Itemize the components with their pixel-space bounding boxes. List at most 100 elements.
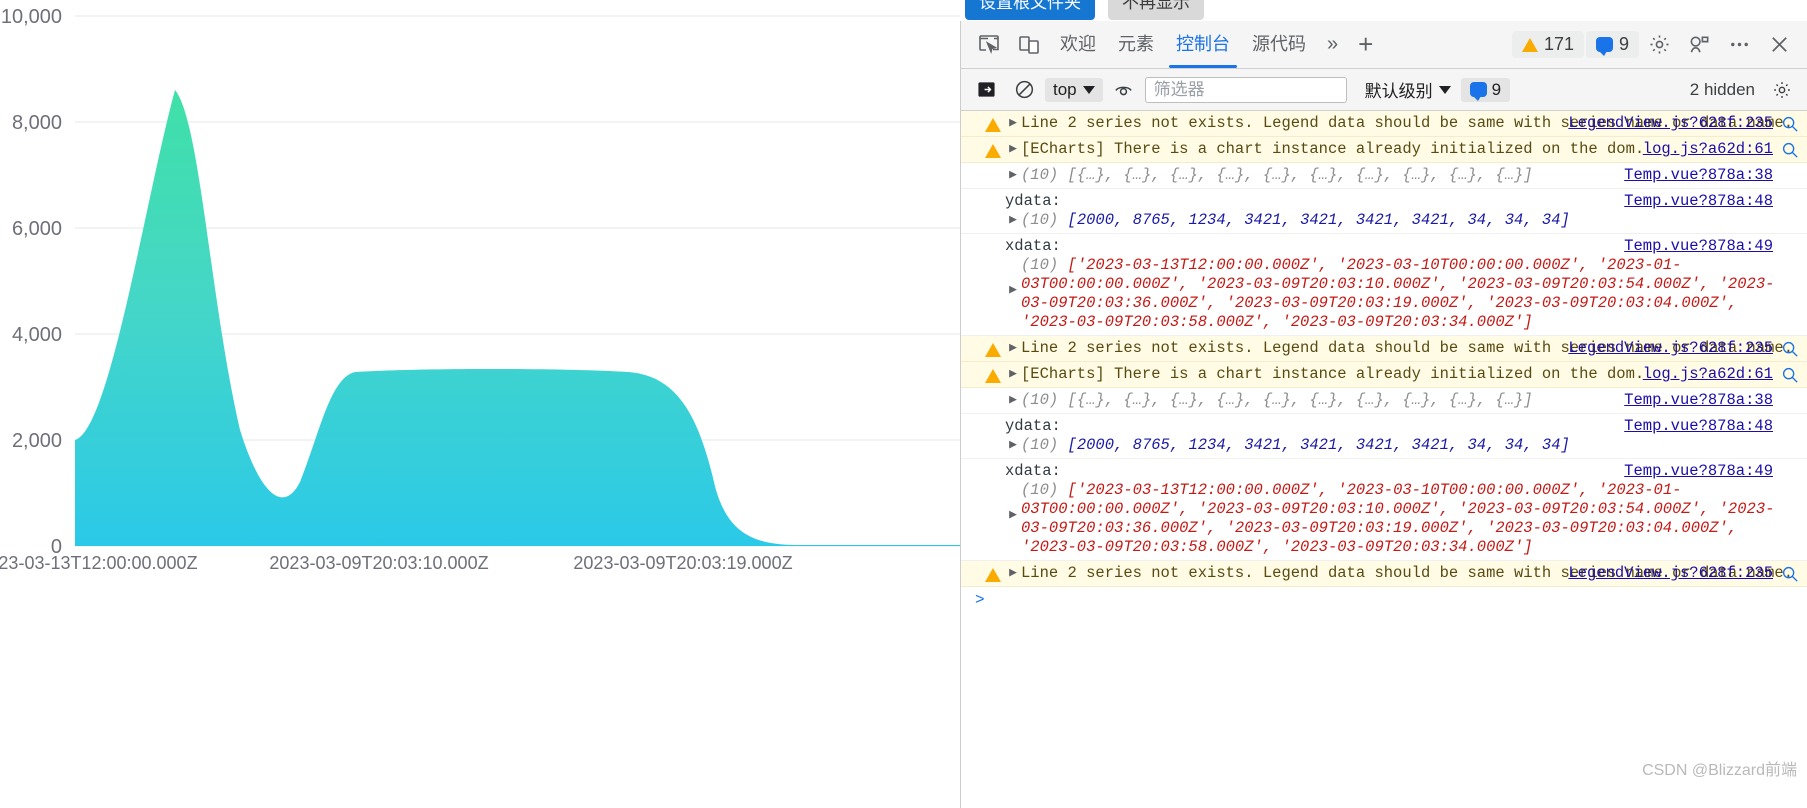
live-expression-icon[interactable]: [1107, 75, 1141, 105]
array-length: (10): [1021, 391, 1059, 409]
device-toolbar-icon[interactable]: [1009, 26, 1049, 64]
source-link[interactable]: Temp.vue?878a:38: [1624, 166, 1773, 184]
message-bubble-icon: [1595, 37, 1613, 56]
warning-triangle-icon: [985, 568, 1001, 582]
magnifier-icon[interactable]: [1781, 366, 1799, 384]
magnifier-icon[interactable]: [1781, 565, 1799, 583]
console-row-log[interactable]: ydata: Temp.vue?878a:48 ▶ (10) [2000, 87…: [961, 189, 1807, 234]
row-gutter: [961, 436, 1005, 438]
expand-arrow-icon[interactable]: ▶: [1005, 140, 1021, 156]
magnifier-icon[interactable]: [1781, 340, 1799, 358]
expand-arrow-icon[interactable]: ▶: [1005, 365, 1021, 381]
array-length: (10): [1021, 256, 1059, 274]
gear-icon[interactable]: [1765, 75, 1799, 105]
set-root-folder-button[interactable]: 设置根文件夹: [965, 0, 1095, 20]
tab-console[interactable]: 控制台: [1165, 21, 1241, 68]
magnifier-icon[interactable]: [1781, 141, 1799, 159]
source-link[interactable]: Temp.vue?878a:48: [1624, 192, 1773, 210]
console-row-log[interactable]: ydata: Temp.vue?878a:48 ▶ (10) [2000, 87…: [961, 414, 1807, 459]
y-tick-4000: 4,000: [11, 324, 62, 346]
y-tick-2000: 2,000: [11, 430, 62, 452]
chart-area-series: [75, 90, 960, 546]
row-gutter: [961, 339, 1005, 357]
expand-arrow-icon[interactable]: ▶: [1005, 339, 1021, 355]
expand-arrow-icon[interactable]: ▶: [1005, 481, 1021, 522]
console-row-warning[interactable]: ▶ Line 2 series not exists. Legend data …: [961, 561, 1807, 587]
y-tick-10000: 10,000: [0, 6, 62, 28]
source-link[interactable]: log.js?a62d:61: [1643, 365, 1773, 383]
source-link[interactable]: Temp.vue?878a:49: [1624, 237, 1773, 255]
dont-show-again-button[interactable]: 不再显示: [1108, 0, 1204, 20]
expand-arrow-icon[interactable]: ▶: [1005, 256, 1021, 297]
gear-icon[interactable]: [1639, 26, 1679, 64]
row-gutter: [961, 114, 1005, 132]
warning-triangle-icon: [985, 343, 1001, 357]
row-gutter: [961, 417, 1005, 419]
log-level-select[interactable]: 默认级别: [1359, 75, 1457, 104]
console-row-log[interactable]: xdata: Temp.vue?878a:49 ▶ (10) ['2023-03…: [961, 234, 1807, 336]
row-gutter: [961, 391, 1005, 393]
filter-input[interactable]: 筛选器: [1144, 76, 1347, 103]
console-row-warning[interactable]: ▶ [ECharts] There is a chart instance al…: [961, 362, 1807, 388]
warning-triangle-icon: [985, 118, 1001, 132]
array-preview: [{…}, {…}, {…}, {…}, {…}, {…}, {…}, {…},…: [1067, 166, 1533, 184]
expand-arrow-icon[interactable]: ▶: [1005, 211, 1021, 227]
source-link[interactable]: Temp.vue?878a:49: [1624, 462, 1773, 480]
message-count-label: 9: [1618, 34, 1629, 54]
source-link[interactable]: log.js?a62d:61: [1643, 140, 1773, 158]
execution-context-select[interactable]: top: [1045, 77, 1103, 102]
inspect-element-icon[interactable]: [969, 26, 1009, 64]
source-link[interactable]: Temp.vue?878a:38: [1624, 391, 1773, 409]
chevron-double-right-icon[interactable]: »: [1317, 33, 1348, 56]
close-icon[interactable]: [1759, 26, 1799, 64]
more-options-icon[interactable]: [1719, 26, 1759, 64]
expand-arrow-icon[interactable]: ▶: [1005, 166, 1021, 182]
warning-count-label: 171: [1543, 34, 1574, 54]
x-tick-0: 23-03-13T12:00:00.000Z: [0, 553, 198, 573]
echarts-area-chart: 10,000 8,000 6,000 4,000 2,000 0 23-03-1…: [0, 0, 960, 808]
array-preview: ['2023-03-13T12:00:00.000Z', '2023-03-10…: [1021, 481, 1775, 556]
row-gutter: [961, 365, 1005, 383]
console-message-list[interactable]: ▶ Line 2 series not exists. Legend data …: [961, 111, 1807, 808]
page-overlay-buttons: 设置根文件夹 不再显示: [960, 0, 1807, 21]
source-link[interactable]: LegendView.js?628f:235: [1568, 114, 1773, 132]
array-preview: [{…}, {…}, {…}, {…}, {…}, {…}, {…}, {…},…: [1067, 391, 1533, 409]
source-link[interactable]: LegendView.js?628f:235: [1568, 564, 1773, 582]
log-level-value: 默认级别: [1364, 82, 1433, 101]
array-length: (10): [1021, 481, 1059, 499]
console-row-warning[interactable]: ▶ Line 2 series not exists. Legend data …: [961, 111, 1807, 137]
magnifier-icon[interactable]: [1781, 115, 1799, 133]
message-counter[interactable]: 9: [1585, 31, 1639, 58]
tab-sources[interactable]: 源代码: [1241, 21, 1317, 68]
expand-arrow-icon[interactable]: ▶: [1005, 564, 1021, 580]
watermark: CSDN @Blizzard前端: [1642, 762, 1797, 779]
console-row-warning[interactable]: ▶ Line 2 series not exists. Legend data …: [961, 336, 1807, 362]
level-message-badge[interactable]: 9: [1460, 77, 1511, 102]
devtools-panel: 欢迎 元素 控制台 源代码 » + 171 9 top 筛选器 默认级别 9 2…: [960, 0, 1807, 808]
warning-counter[interactable]: 171: [1511, 31, 1584, 58]
console-prompt[interactable]: >: [961, 587, 1807, 613]
execution-context-value: top: [1053, 79, 1077, 99]
source-link[interactable]: Temp.vue?878a:48: [1624, 417, 1773, 435]
console-sidebar-icon[interactable]: [969, 75, 1003, 105]
console-message-text: (10) [2000, 8765, 1234, 3421, 3421, 3421…: [1021, 211, 1807, 230]
clear-console-icon[interactable]: [1007, 75, 1041, 105]
console-message-text: (10) [2000, 8765, 1234, 3421, 3421, 3421…: [1021, 436, 1807, 455]
issues-icon[interactable]: [1679, 26, 1719, 64]
row-gutter: [961, 211, 1005, 213]
expand-arrow-icon[interactable]: ▶: [1005, 391, 1021, 407]
console-row-log[interactable]: ▶ (10) [{…}, {…}, {…}, {…}, {…}, {…}, {……: [961, 388, 1807, 414]
console-row-log[interactable]: ▶ (10) [{…}, {…}, {…}, {…}, {…}, {…}, {……: [961, 163, 1807, 189]
chevron-down-icon: [1082, 85, 1095, 94]
x-tick-2: 2023-03-09T20:03:19.000Z: [573, 553, 793, 573]
console-row-log[interactable]: xdata: Temp.vue?878a:49 ▶ (10) ['2023-03…: [961, 459, 1807, 561]
tab-welcome[interactable]: 欢迎: [1049, 21, 1107, 68]
console-row-warning[interactable]: ▶ [ECharts] There is a chart instance al…: [961, 137, 1807, 163]
expand-arrow-icon[interactable]: ▶: [1005, 436, 1021, 452]
plus-icon[interactable]: +: [1348, 29, 1383, 60]
expand-arrow-icon[interactable]: ▶: [1005, 114, 1021, 130]
tab-elements[interactable]: 元素: [1107, 21, 1165, 68]
y-tick-6000: 6,000: [11, 218, 62, 240]
source-link[interactable]: LegendView.js?628f:235: [1568, 339, 1773, 357]
array-length: (10): [1021, 166, 1059, 184]
